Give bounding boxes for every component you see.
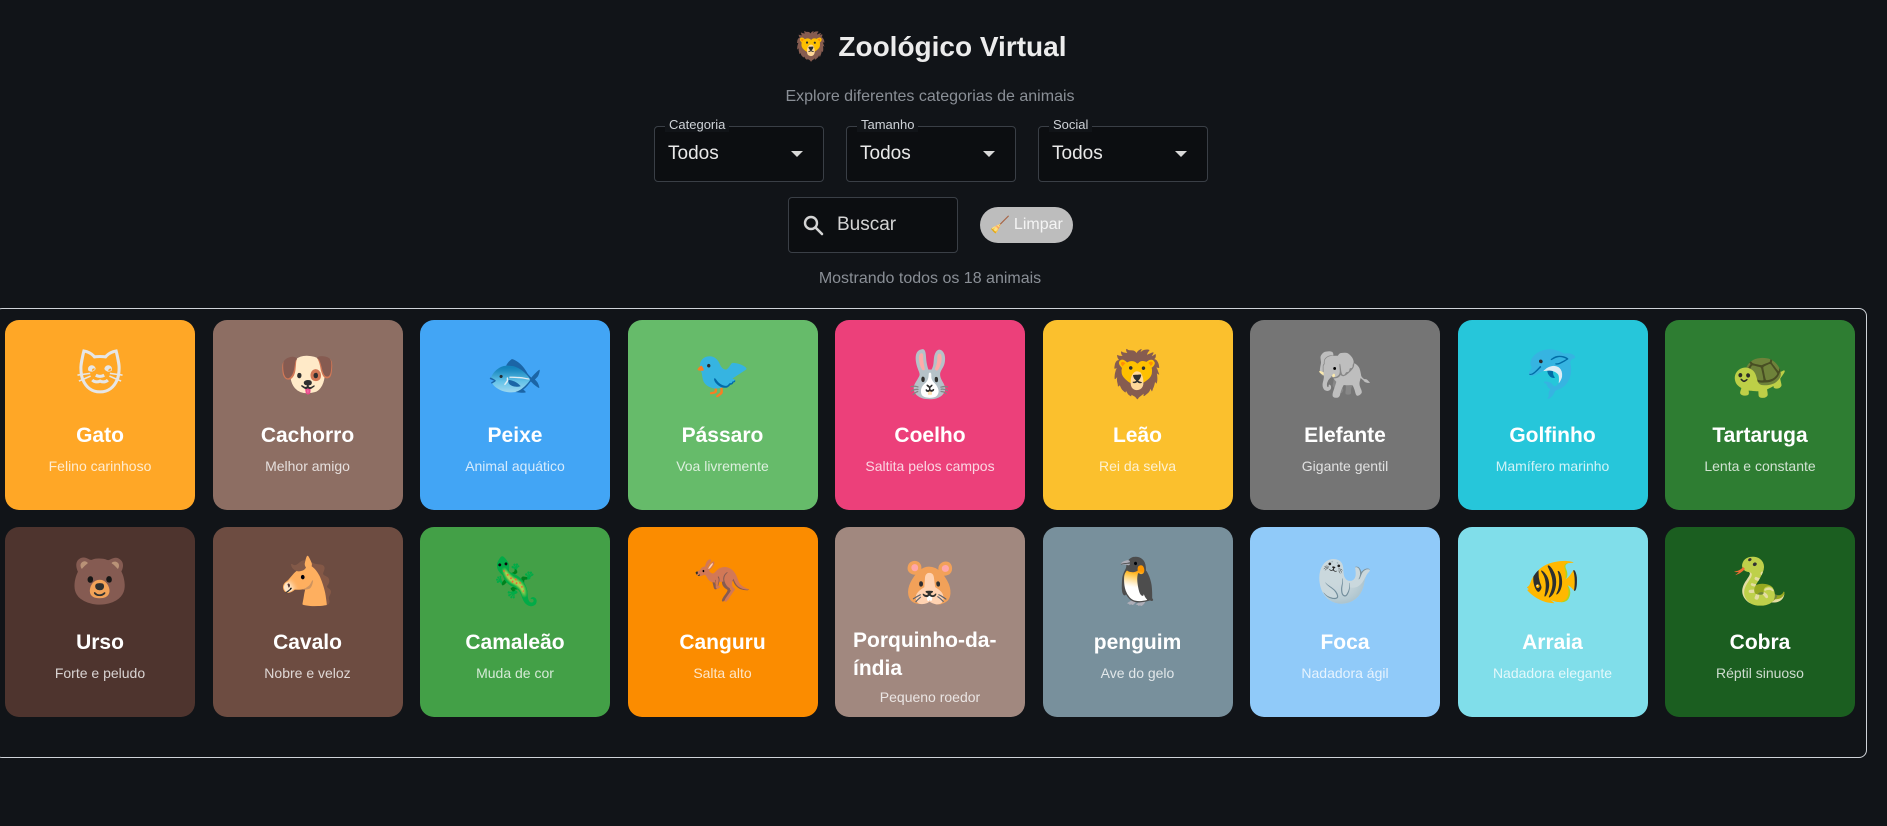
animal-emoji-icon: 🦁 <box>1108 348 1167 400</box>
clear-button-label: Limpar <box>1013 216 1063 233</box>
search-icon <box>803 215 824 236</box>
animal-description: Muda de cor <box>476 665 554 681</box>
animal-emoji-icon: 🐦 <box>693 348 752 400</box>
animal-card[interactable]: 🦎 Camaleão Muda de cor <box>420 527 610 717</box>
animal-card[interactable]: 🐢 Tartaruga Lenta e constante <box>1665 320 1855 510</box>
size-select-label: Tamanho <box>857 117 919 132</box>
animal-card[interactable]: 🐱 Gato Felino carinhoso <box>5 320 195 510</box>
animal-description: Nobre e veloz <box>264 665 351 681</box>
animal-name: Golfinho <box>1509 424 1596 447</box>
search-field[interactable] <box>788 197 958 253</box>
page-title: 🦁 Zoológico Virtual <box>0 30 1860 63</box>
animal-name: Urso <box>76 631 124 654</box>
animal-card[interactable]: 🐠 Arraia Nadadora elegante <box>1457 527 1648 717</box>
animal-emoji-icon: 🐧 <box>1108 555 1167 607</box>
page-subtitle: Explore diferentes categorias de animais <box>785 88 1075 105</box>
animal-name: Elefante <box>1304 424 1386 447</box>
animal-description: Mamífero marinho <box>1495 458 1610 474</box>
animal-card[interactable]: 🦭 Foca Nadadora ágil <box>1250 527 1440 717</box>
animal-card[interactable]: 🐹 Porquinho-da-índia Pequeno roedor <box>835 527 1025 717</box>
chevron-down-icon <box>791 151 803 157</box>
category-select-label: Categoria <box>665 117 730 132</box>
animal-name: Canguru <box>679 631 766 654</box>
animal-description: Nadadora ágil <box>1301 665 1389 681</box>
animal-name: Porquinho-da-índia <box>853 629 997 680</box>
animal-name: Pássaro <box>681 424 764 447</box>
animal-emoji-icon: 🐍 <box>1731 555 1789 607</box>
animal-emoji-icon: 🐟 <box>486 348 544 400</box>
clear-button[interactable]: 🧹 Limpar <box>980 207 1073 243</box>
animal-card[interactable]: 🐴 Cavalo Nobre e veloz <box>212 527 403 717</box>
animal-card[interactable]: 🐍 Cobra Réptil sinuoso <box>1665 527 1855 717</box>
animal-description: Melhor amigo <box>265 458 350 474</box>
animal-name: Peixe <box>487 424 543 447</box>
zoo-page: 🦁 Zoológico Virtual Explore diferentes c… <box>0 0 1887 826</box>
animal-card[interactable]: 🐟 Peixe Animal aquático <box>420 320 610 510</box>
animal-grid: 🐱 Gato Felino carinhoso 🐶 Cachorro Melhor ami… <box>5 320 1857 717</box>
animal-emoji-icon: 🦎 <box>486 555 544 607</box>
chevron-down-icon <box>983 151 995 157</box>
animal-description: Animal aquático <box>465 458 565 474</box>
social-select-value: Todos <box>1052 143 1103 164</box>
animal-emoji-icon: 🐢 <box>1731 348 1789 400</box>
animal-emoji-icon: 🐻 <box>71 555 129 607</box>
animal-emoji-icon: 🐠 <box>1523 555 1582 607</box>
animal-name: Cavalo <box>273 631 342 654</box>
animal-card[interactable]: 🐘 Elefante Gigante gentil <box>1250 320 1440 510</box>
animal-description: Forte e peludo <box>54 665 146 681</box>
page-title-text: Zoológico Virtual <box>838 30 1067 62</box>
size-select[interactable]: Tamanho Todos <box>846 117 1016 182</box>
lion-logo-icon: 🦁 <box>793 31 829 62</box>
animal-description: Saltita pelos campos <box>865 458 995 474</box>
animal-card[interactable]: 🐬 Golfinho Mamífero marinho <box>1457 320 1648 510</box>
animal-name: Foca <box>1320 631 1370 654</box>
chevron-down-icon <box>1175 151 1187 157</box>
broom-icon: 🧹 <box>990 217 1010 234</box>
animal-card[interactable]: 🦁 Leão Rei da selva <box>1042 320 1233 510</box>
animal-emoji-icon: 🦘 <box>693 555 752 607</box>
animal-name: Tartaruga <box>1712 424 1808 447</box>
animal-name: Arraia <box>1522 631 1583 654</box>
animal-description: Felino carinhoso <box>48 458 152 474</box>
animal-emoji-icon: 🐱 <box>76 348 124 400</box>
animal-name: Camaleão <box>465 631 565 654</box>
animal-emoji-icon: 🐘 <box>1316 348 1374 400</box>
filter-bar: Categoria Todos Tamanho Todos Social Tod… <box>654 117 1208 182</box>
animal-emoji-icon: 🐬 <box>1523 348 1582 400</box>
animal-emoji-icon: 🐴 <box>278 555 337 607</box>
social-select-label: Social <box>1049 117 1093 132</box>
animal-emoji-icon: 🐶 <box>278 348 337 400</box>
animal-card[interactable]: 🦘 Canguru Salta alto <box>627 527 818 717</box>
animal-description: Réptil sinuoso <box>1716 665 1804 681</box>
animal-description: Pequeno roedor <box>879 689 981 705</box>
animal-name: Gato <box>76 424 124 447</box>
size-select-value: Todos <box>860 143 911 164</box>
search-row: 🧹 Limpar <box>788 197 1073 253</box>
results-count: Mostrando todos os 18 animais <box>818 270 1042 287</box>
animal-description: Rei da selva <box>1098 458 1177 474</box>
animal-name: Coelho <box>894 424 966 447</box>
animal-description: Voa livremente <box>676 458 769 474</box>
animal-name: Cobra <box>1729 631 1791 654</box>
animal-name: Leão <box>1112 424 1162 447</box>
animal-name: penguim <box>1093 631 1182 654</box>
animal-description: Lenta e constante <box>1704 458 1816 474</box>
animal-card[interactable]: 🐦 Pássaro Voa livremente <box>627 320 818 510</box>
animal-emoji-icon: 🦭 <box>1316 555 1374 607</box>
search-input[interactable] <box>837 214 947 236</box>
social-select[interactable]: Social Todos <box>1038 117 1208 182</box>
animal-name: Cachorro <box>260 424 355 447</box>
animal-emoji-icon: 🐹 <box>901 555 959 607</box>
category-select[interactable]: Categoria Todos <box>654 117 824 182</box>
animal-card[interactable]: 🐰 Coelho Saltita pelos campos <box>835 320 1025 510</box>
animal-description: Gigante gentil <box>1301 458 1389 474</box>
animal-description: Salta alto <box>693 665 752 681</box>
animal-card[interactable]: 🐶 Cachorro Melhor amigo <box>212 320 403 510</box>
animal-emoji-icon: 🐰 <box>901 348 959 400</box>
animal-card[interactable]: 🐻 Urso Forte e peludo <box>5 527 195 717</box>
category-select-value: Todos <box>668 143 719 164</box>
animal-card[interactable]: 🐧 penguim Ave do gelo <box>1042 527 1233 717</box>
animal-description: Nadadora elegante <box>1492 665 1613 681</box>
animal-description: Ave do gelo <box>1100 665 1175 681</box>
